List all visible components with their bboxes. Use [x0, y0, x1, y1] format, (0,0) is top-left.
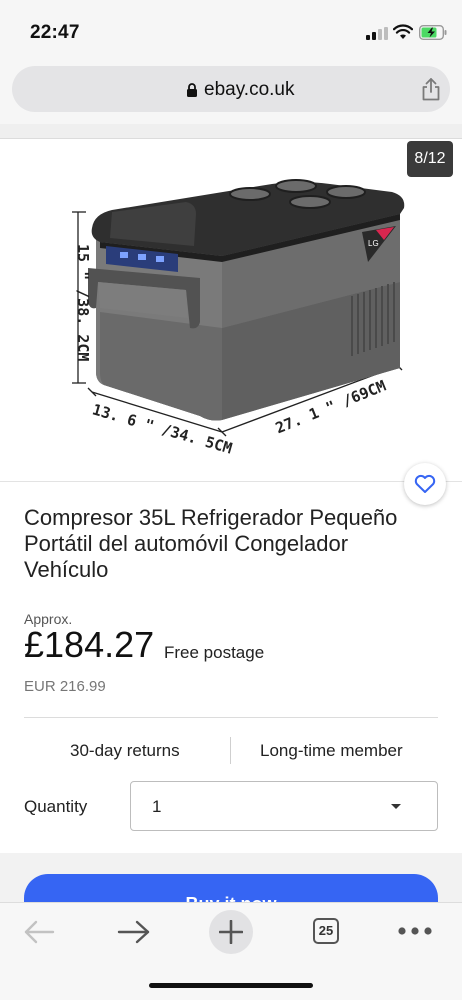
share-icon[interactable]	[420, 77, 442, 101]
price: £184.27	[24, 624, 155, 665]
image-divider	[0, 481, 462, 482]
tabs-button[interactable]: 25	[313, 918, 339, 944]
back-arrow-icon[interactable]	[22, 918, 56, 946]
brand-badge-text: LG	[368, 239, 379, 248]
lock-icon	[187, 83, 197, 97]
seller-badge[interactable]: Long-time member	[260, 741, 403, 761]
status-time: 22:47	[30, 22, 80, 43]
quantity-value: 1	[152, 797, 162, 816]
returns-info[interactable]: 30-day returns	[70, 741, 180, 761]
converted-price: EUR 216.99	[24, 678, 106, 695]
wifi-icon	[393, 24, 413, 39]
heart-icon	[414, 474, 436, 493]
battery-charging-icon	[419, 25, 447, 40]
divider	[24, 717, 438, 718]
watch-button[interactable]	[404, 463, 446, 505]
url-text: ebay.co.uk	[204, 79, 295, 100]
status-bar: 22:47	[0, 0, 462, 62]
plus-icon	[219, 920, 243, 944]
product-image-gallery[interactable]: LG 8/12 15 " /38. 2CM 13. 6 " /34. 5CM 2…	[0, 139, 462, 481]
caret-down-icon	[391, 804, 401, 809]
home-indicator	[149, 983, 313, 988]
cellular-signal-icon	[366, 27, 388, 40]
new-tab-button[interactable]	[209, 910, 253, 954]
page-top-strip	[0, 124, 462, 139]
product-image: LG	[72, 179, 405, 437]
quantity-select[interactable]: 1	[130, 781, 438, 831]
vertical-separator	[230, 737, 231, 764]
listing-title: Compresor 35L Refrigerador Pequeño Portá…	[24, 505, 398, 582]
address-bar[interactable]: ebay.co.uk	[12, 66, 450, 112]
browser-address-area: ebay.co.uk	[0, 62, 462, 124]
quantity-label: Quantity	[24, 797, 88, 816]
more-options-icon[interactable]	[397, 926, 433, 936]
image-counter-badge: 8/12	[407, 141, 453, 177]
forward-arrow-icon[interactable]	[116, 918, 152, 946]
postage-info: Free postage	[164, 643, 265, 662]
dimension-height-label: 15 " /38. 2CM	[74, 244, 92, 362]
screen: 22:47 ebay.co.uk LG 8/12 15 " /38. 2CM 1…	[0, 0, 462, 1000]
